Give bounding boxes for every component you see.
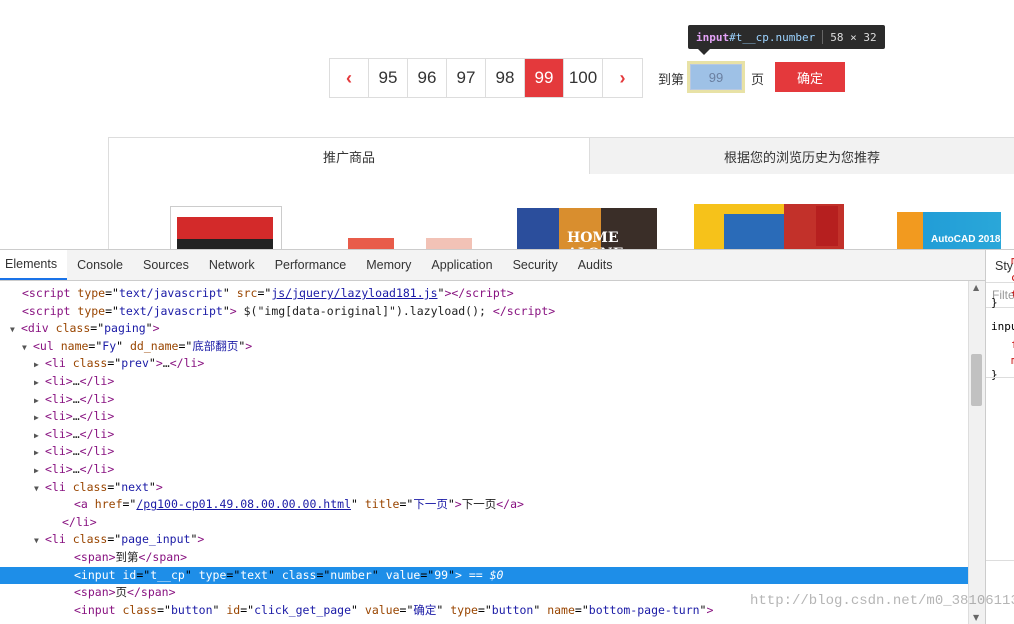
recommend-tabs: 推广商品 根据您的浏览历史为您推荐 [108,137,1014,174]
tab-network[interactable]: Network [199,250,265,280]
expand-toggle-icon[interactable]: ▼ [10,321,21,339]
dom-line[interactable]: <a href="/pg100-cp01.49.08.00.00.00.html… [0,496,968,514]
dom-line[interactable]: ▼ <li class="next"> [0,479,968,497]
tab-security[interactable]: Security [503,250,568,280]
tooltip-class: .number [768,30,816,44]
product-image-3[interactable] [426,238,472,249]
tooltip-separator [822,30,824,44]
devtools-tabs: Elements Console Sources Network Perform… [0,250,985,281]
product-1-band [177,217,273,239]
prev-page-button[interactable]: ‹ [330,59,369,97]
goto-label: 到第 [658,73,685,88]
page-link-98[interactable]: 98 [486,59,525,97]
style-rule-text: } [991,368,998,381]
dom-line[interactable]: ▼ <div class="paging"> [0,320,968,338]
tab-promoted-products[interactable]: 推广商品 [109,138,589,174]
expand-toggle-icon[interactable]: ▶ [34,392,45,410]
expand-toggle-icon[interactable]: ▶ [34,462,45,480]
dom-line[interactable]: <span>到第</span> [0,549,968,567]
dom-line[interactable]: ▼ <ul name="Fy" dd_name="底部翻页"> [0,338,968,356]
dom-line[interactable]: ▶ <li>…</li> [0,426,968,444]
product-1-dark [177,239,273,249]
expand-toggle-icon[interactable]: ▼ [34,480,45,498]
confirm-button[interactable]: 确定 [775,62,845,92]
expand-toggle-icon[interactable]: ▶ [34,374,45,392]
dom-line[interactable]: ▶ <li>…</li> [0,391,968,409]
goto-page-input[interactable]: 99 [690,64,742,90]
style-rule-divider [986,377,1014,378]
style-rule-text: inpu [991,320,1014,333]
tooltip-tag: input [696,30,730,44]
devtools-panel: Elements Console Sources Network Perform… [0,249,1014,624]
tab-elements[interactable]: Elements [0,250,68,280]
dom-line[interactable]: <script type="text/javascript"> $("img[d… [0,303,968,321]
tooltip-dimensions: 58 × 32 [830,30,877,44]
dom-line[interactable]: <script type="text/javascript" src="js/j… [0,285,968,303]
elements-scrollbar[interactable]: ▲ ▼ [968,281,985,624]
goto-input-highlight: 99 [687,61,745,93]
inspect-tooltip: input #t__cp .number 58 × 32 [688,25,885,49]
dom-line[interactable]: ▶ <li class="prev">…</li> [0,355,968,373]
elements-tree[interactable]: <script type="text/javascript" src="js/j… [0,281,968,624]
expand-toggle-icon[interactable]: ▶ [34,444,45,462]
watermark: http://blog.csdn.net/m0_38106113 [750,593,1014,609]
dom-line[interactable]: ▶ <li>…</li> [0,461,968,479]
tab-audits[interactable]: Audits [568,250,623,280]
tooltip-arrow [698,49,710,55]
tab-history-recommend[interactable]: 根据您的浏览历史为您推荐 [589,138,1014,174]
expand-toggle-icon[interactable]: ▶ [34,427,45,445]
styles-pane: Sty Filte ele}.pagfhlpwbmct}inpufm} [985,250,1014,624]
dom-line[interactable]: ▶ <li>…</li> [0,373,968,391]
page-link-100[interactable]: 100 [564,59,603,97]
page-link-95[interactable]: 95 [369,59,408,97]
expand-toggle-icon[interactable]: ▶ [34,356,45,374]
tab-performance[interactable]: Performance [265,250,357,280]
expand-toggle-icon[interactable]: ▶ [34,409,45,427]
page-label: 页 [751,73,765,88]
scrollbar-thumb[interactable] [971,354,982,406]
product-image-2[interactable] [348,238,394,249]
pagination: ‹ 95 96 97 98 99 100 › [329,58,643,98]
dom-line[interactable]: </li> [0,514,968,532]
page-link-97[interactable]: 97 [447,59,486,97]
product-6-corner [897,212,923,249]
dom-line-selected[interactable]: <input id="t__cp" type="text" class="num… [0,566,968,585]
product-image-4[interactable]: HOME ALONE [517,208,657,249]
next-page-button[interactable]: › [603,59,642,97]
tooltip-id: #t__cp [729,30,769,44]
product-image-6[interactable]: AutoCAD 2018 [897,212,1001,249]
expand-toggle-icon[interactable]: ▼ [34,532,45,550]
scroll-down-icon[interactable]: ▼ [973,613,979,622]
product-4-title: HOME ALONE [567,230,623,249]
style-rule-divider [986,560,1014,561]
tab-memory[interactable]: Memory [356,250,421,280]
web-page: input #t__cp .number 58 × 32 ‹ 95 96 97 98… [0,0,1014,249]
product-5-badge [816,206,838,246]
product-5-cover [724,214,784,249]
dom-line[interactable]: ▶ <li>…</li> [0,408,968,426]
product-image-5[interactable] [694,204,844,249]
tab-application[interactable]: Application [421,250,502,280]
current-page: 99 [525,59,564,97]
expand-toggle-icon[interactable]: ▼ [22,339,33,357]
style-rule-text: } [991,296,998,309]
scroll-up-icon[interactable]: ▲ [973,283,979,292]
product-image-1[interactable] [170,206,282,249]
product-6-title: AutoCAD 2018 [931,234,1001,245]
tab-sources[interactable]: Sources [133,250,199,280]
page-link-96[interactable]: 96 [408,59,447,97]
dom-line[interactable]: ▼ <li class="page_input"> [0,531,968,549]
tab-console[interactable]: Console [67,250,133,280]
dom-line[interactable]: ▶ <li>…</li> [0,443,968,461]
